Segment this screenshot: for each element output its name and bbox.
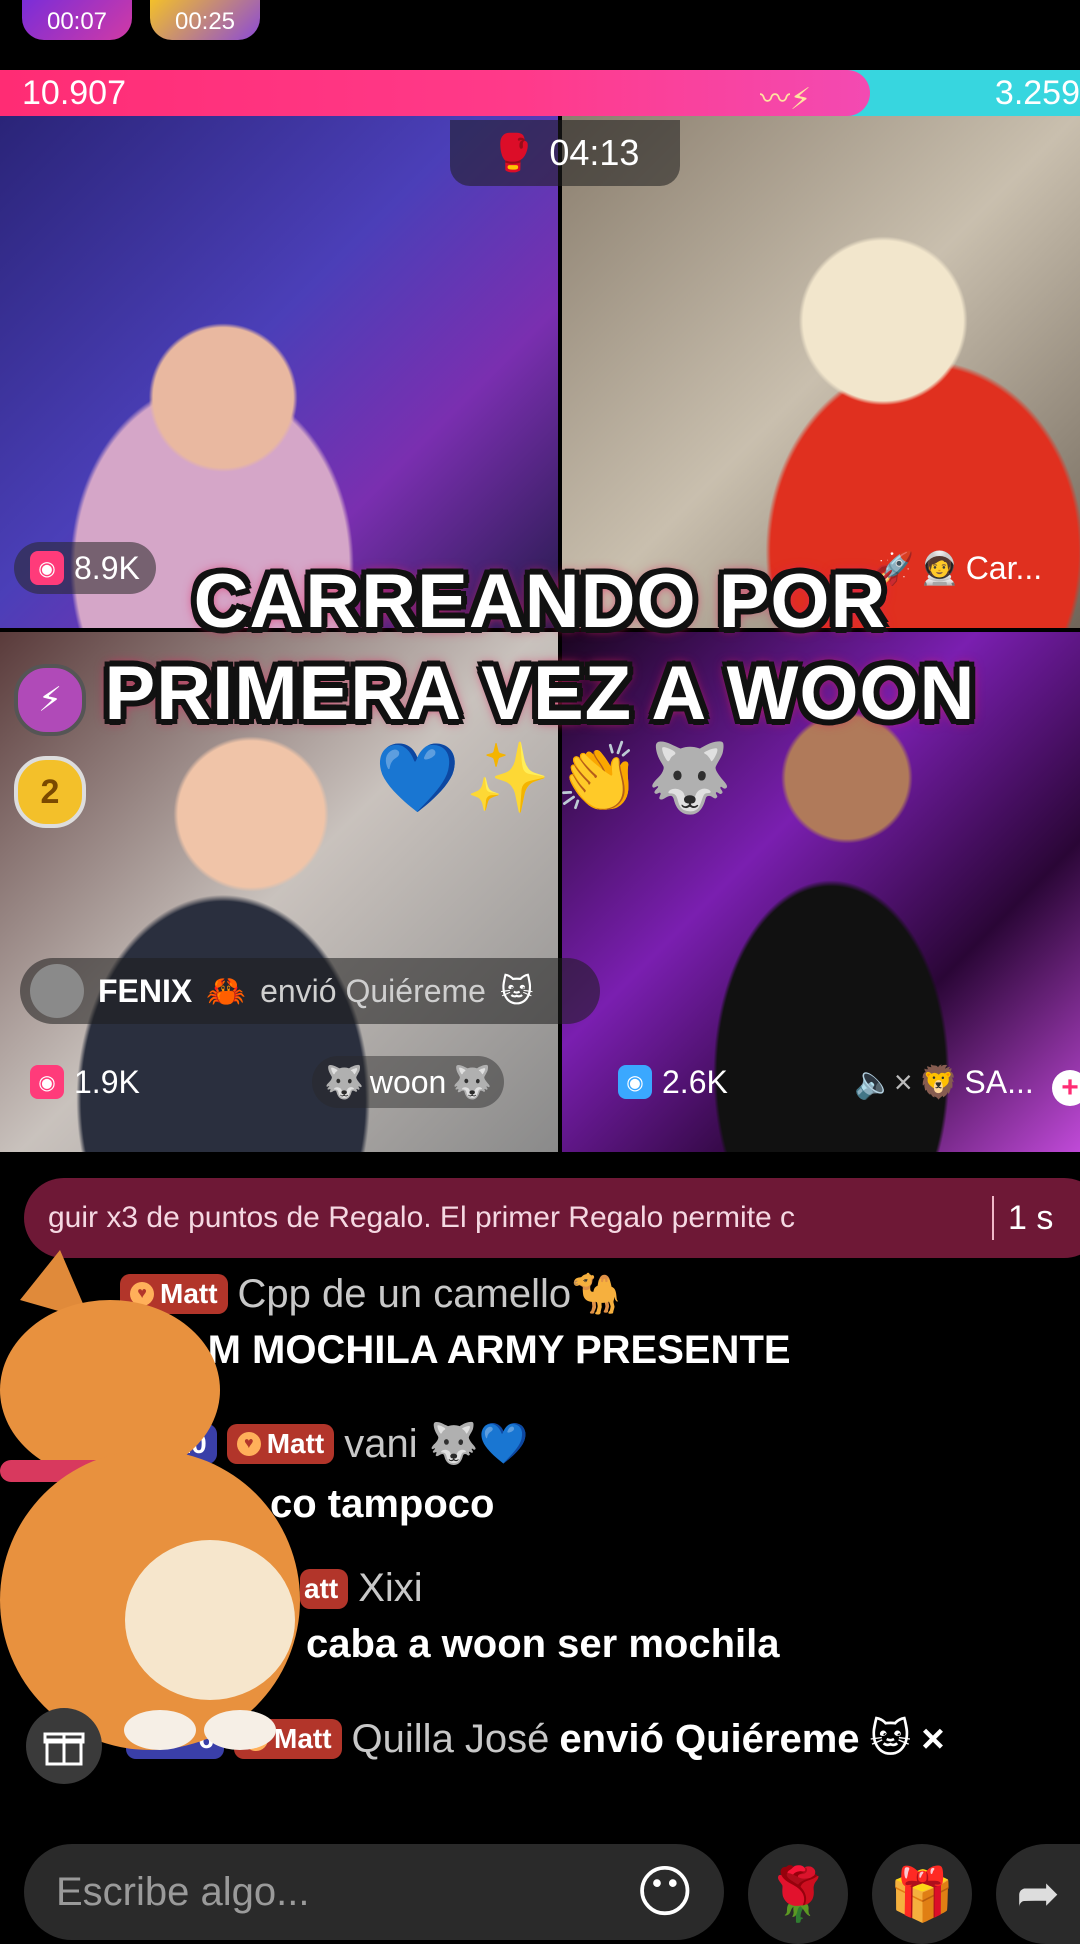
video-tile-2[interactable]: 🚀 🧑‍🚀 Car... bbox=[562, 116, 1080, 628]
gift-multiplier: × bbox=[921, 1716, 945, 1761]
follow-plus-icon[interactable]: + bbox=[1052, 1070, 1080, 1106]
chat-username[interactable]: Quilla José bbox=[352, 1717, 550, 1762]
caption-line-1: CARREANDO POR bbox=[193, 559, 887, 644]
avatar bbox=[30, 964, 84, 1018]
crab-icon: 🦀 bbox=[206, 973, 247, 1009]
caption-emojis: 💙✨👏🐺 bbox=[375, 740, 738, 816]
heart-face-gift-icon: 🐱 bbox=[869, 1717, 912, 1761]
wolf-icon: 🐺 bbox=[452, 1064, 493, 1100]
comment-input[interactable] bbox=[54, 1868, 636, 1916]
round-timer-1-label: 00:07 bbox=[46, 8, 108, 35]
tile-name-chip[interactable]: 🔈× 🦁 SA... bbox=[842, 1056, 1046, 1108]
tile-score: 1.9K bbox=[74, 1063, 140, 1100]
rank-badge-icon[interactable]: 2 bbox=[14, 756, 86, 828]
chat-message: caba a woon ser mochila bbox=[306, 1622, 780, 1667]
chat-text: envió Quiéreme bbox=[559, 1716, 860, 1761]
round-timer-2: 00:25 bbox=[150, 0, 260, 40]
heart-face-gift-icon: 🐱 bbox=[499, 973, 534, 1009]
gift-box-icon bbox=[43, 1732, 85, 1766]
score-left-fill bbox=[0, 70, 870, 116]
rose-gift-button[interactable]: 🌹 bbox=[748, 1844, 848, 1944]
chat-text: caba a woon ser mochila bbox=[306, 1622, 780, 1666]
share-arrow-icon: ➦ bbox=[1016, 1865, 1060, 1923]
score-right: 3.259 bbox=[994, 74, 1080, 112]
rose-icon: 🌹 bbox=[765, 1865, 831, 1924]
corgi-sticker bbox=[0, 1250, 300, 1750]
share-button[interactable]: ➦ bbox=[996, 1844, 1080, 1944]
tile-score: 2.6K bbox=[662, 1063, 728, 1100]
gift-button[interactable]: 🎁 bbox=[872, 1844, 972, 1944]
chat-username[interactable]: Xixi bbox=[358, 1566, 422, 1611]
ticker-time: 1 s bbox=[1008, 1198, 1054, 1237]
corgi-paw bbox=[204, 1710, 276, 1750]
gift-score-icon: ◉ bbox=[618, 1065, 652, 1099]
tile-score-chip: ◉ 2.6K bbox=[602, 1056, 744, 1108]
corgi-paw bbox=[124, 1710, 196, 1750]
tile-score-chip: ◉ 1.9K bbox=[14, 1056, 156, 1108]
muted-icon: 🔈× bbox=[854, 1064, 913, 1100]
caption-line-2: PRIMERA VEZ A WOON bbox=[104, 651, 976, 736]
lion-icon: 🦁 bbox=[918, 1064, 959, 1100]
comment-box[interactable]: 😶 bbox=[24, 1844, 724, 1940]
gift-icon: 🎁 bbox=[889, 1865, 955, 1924]
battle-score-bar: 10.907 〰⚡ 3.259 bbox=[0, 70, 1080, 116]
corgi-tail bbox=[125, 1540, 295, 1700]
chat-username[interactable]: vani 🐺💙 bbox=[344, 1420, 528, 1467]
corgi-head bbox=[0, 1300, 220, 1480]
video-tile-1[interactable]: ◉ 8.9K bbox=[0, 116, 558, 628]
ticker-divider bbox=[992, 1196, 994, 1240]
gift-box-button[interactable] bbox=[26, 1708, 102, 1784]
battle-countdown-label: 04:13 bbox=[549, 132, 640, 173]
tile-host-name: SA... bbox=[964, 1063, 1034, 1100]
tile-host-name: woon bbox=[369, 1063, 447, 1100]
round-timer-2-label: 00:25 bbox=[174, 8, 236, 35]
round-timer-1: 00:07 bbox=[22, 0, 132, 40]
battle-countdown: 🥊 04:13 bbox=[450, 120, 680, 186]
wolf-icon: 🐺 bbox=[324, 1064, 364, 1100]
tile-name-chip[interactable]: 🐺 woon 🐺 bbox=[312, 1056, 505, 1108]
score-left: 10.907 bbox=[22, 74, 126, 112]
boxing-gloves-icon: 🥊 bbox=[490, 132, 536, 173]
emoji-icon[interactable]: 😶 bbox=[636, 1859, 694, 1925]
rank-badge-label: 2 bbox=[40, 772, 60, 811]
gift-notice-user: FENIX bbox=[98, 972, 193, 1009]
ticker-text: guir x3 de puntos de Regalo. El primer R… bbox=[48, 1201, 796, 1234]
gift-notice: FENIX 🦀 envió Quiéreme 🐱 bbox=[20, 958, 600, 1024]
gift-notice-action: envió Quiéreme bbox=[260, 972, 486, 1009]
spark-icon: 〰⚡ bbox=[760, 83, 812, 116]
gift-score-icon: ◉ bbox=[30, 1065, 64, 1099]
